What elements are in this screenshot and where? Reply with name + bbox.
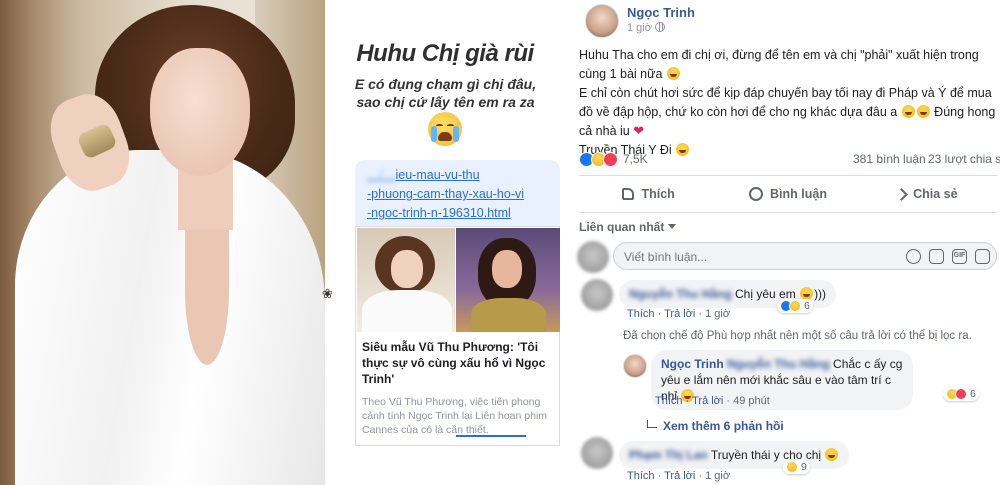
article-link[interactable]: …/…ieu-mau-vu-thu -phuong-cam-thay-xau-h… [367, 166, 557, 223]
comment-time[interactable]: 1 giờ [705, 470, 730, 482]
comment-text-tail: ))) [814, 287, 827, 301]
meme-subtitle: E có đụng chạm gì chị đâu, sao chị cứ lấ… [354, 76, 537, 110]
article-thumbnail-right [456, 228, 560, 332]
crying-emoji-icon [428, 112, 462, 146]
commenter-avatar[interactable] [581, 279, 613, 311]
current-user-avatar [577, 241, 609, 273]
grin-emoji-icon [901, 105, 915, 118]
haha-reaction-icon [786, 461, 798, 473]
share-count[interactable]: 23 lượt chia sẻ [928, 152, 1000, 166]
camera-icon[interactable] [929, 249, 944, 264]
share-icon[interactable]: ❀ [322, 286, 333, 302]
haha-reaction-icon [789, 300, 801, 312]
screenshot-canvas: Huhu Chị già rùi E có đụng chạm gì chị đ… [0, 0, 1000, 485]
reply-author-name[interactable]: Ngọc Trinh [661, 357, 724, 371]
comment-label: Bình luận [770, 187, 827, 201]
comment-meta: Thích · Trả lời · 1 giờ [627, 470, 731, 482]
comment-reactions[interactable]: 9 [783, 460, 810, 474]
comment-time[interactable]: 1 giờ [705, 308, 730, 320]
comment-sort-dropdown[interactable]: Liên quan nhất [579, 220, 677, 234]
divider [579, 175, 997, 176]
author-avatar[interactable] [585, 4, 619, 38]
like-button[interactable]: Thích [579, 178, 718, 210]
reply-arrow-icon [647, 420, 657, 428]
reaction-number: 9 [801, 461, 807, 473]
post-time-text: 1 giờ [627, 22, 652, 34]
comment-input-box[interactable]: GIF [613, 242, 997, 270]
comment-like-link[interactable]: Thích [627, 470, 655, 482]
comment-reply-link[interactable]: Trả lời [664, 470, 695, 482]
reply-meta: Thích · Trả lời · 49 phút [655, 395, 770, 407]
share-label: Chia sẻ [913, 187, 958, 201]
article-description: Theo Vũ Thu Phương, việc tiên phong cảnh… [362, 396, 548, 436]
filter-notice: Đã chọn chế độ Phù hợp nhất nên một số c… [623, 330, 972, 342]
url-line-2: -phuong-cam-thay-xau-ho-vi [367, 187, 525, 201]
url-line-3: -ngoc-trinh-n-196310.html [367, 206, 511, 220]
article-title: Siêu mẫu Vũ Thu Phương: 'Tôi thực sự vô … [362, 340, 546, 386]
reaction-number: 6 [970, 388, 976, 400]
like-label: Thích [641, 187, 675, 201]
meme-title: Huhu Chị già rùi [356, 40, 534, 67]
url-line-1: ieu-mau-vu-thu [395, 168, 480, 182]
comment-count[interactable]: 381 bình luận [853, 152, 926, 166]
post-action-bar: Thích Bình luận Chia sẻ [579, 178, 997, 210]
more-replies-label: Xem thêm 6 phản hồi [663, 419, 784, 433]
commenter-avatar[interactable] [581, 437, 613, 469]
comment-bubble: Phạm Thị Lan Truyền thái y cho chị [619, 441, 850, 469]
comment-meta: Thích · Trả lời · 1 giờ [627, 308, 731, 320]
emoji-picker-icon[interactable] [906, 249, 921, 264]
reaction-count: 7,5K [623, 152, 648, 166]
article-underline [456, 435, 526, 437]
post-paragraph-1: Huhu Tha cho em đi chị ơi, đừng để tên e… [579, 48, 979, 81]
gif-icon[interactable]: GIF [952, 249, 967, 264]
commenter-name[interactable]: Phạm Thị Lan [629, 448, 708, 462]
photo-shirt [15, 150, 325, 485]
reaction-summary[interactable]: 7,5K [579, 151, 648, 167]
reply-reply-link[interactable]: Trả lời [692, 395, 723, 407]
meme-panel: Huhu Chị già rùi E có đụng chạm gì chị đ… [325, 0, 565, 485]
grin-emoji-icon [825, 448, 839, 461]
love-reaction-icon [603, 151, 618, 167]
divider [579, 212, 997, 213]
comment-reply-link[interactable]: Trả lời [664, 308, 695, 320]
sort-label: Liên quan nhất [579, 220, 665, 234]
caret-down-icon [668, 224, 677, 229]
post-body: Huhu Tha cho em đi chị ơi, đừng để tên e… [579, 46, 997, 160]
commenter-name[interactable]: Nguyễn Thu Hằng [629, 287, 732, 301]
love-reaction-icon [955, 388, 967, 400]
reply-reactions[interactable]: 6 [943, 387, 979, 401]
photo-neckline [185, 215, 229, 365]
photo-face [150, 48, 250, 176]
reply-mention[interactable]: Nguyễn Thu Hằng [727, 357, 830, 371]
article-thumbnail-left [357, 228, 455, 332]
comment-reactions[interactable]: 6 [777, 299, 813, 313]
author-name[interactable]: Ngọc Trinh [627, 5, 695, 20]
comment-input-icons: GIF [906, 249, 990, 264]
comment-button[interactable]: Bình luận [718, 178, 857, 210]
reply-time[interactable]: 49 phút [733, 395, 770, 407]
view-more-replies[interactable]: Xem thêm 6 phản hồi [647, 419, 784, 433]
post-timestamp[interactable]: 1 giờ [627, 22, 665, 34]
reaction-number: 6 [804, 300, 810, 312]
url-hidden-part: …/… [367, 168, 396, 182]
facebook-post: Ngọc Trinh 1 giờ Huhu Tha cho em đi chị … [565, 0, 1000, 485]
share-arrow-icon [895, 187, 908, 201]
comment-like-link[interactable]: Thích [627, 308, 655, 320]
comment-icon [749, 187, 764, 201]
sticker-icon[interactable] [975, 249, 990, 264]
heart-icon: ❤ [633, 123, 645, 138]
article-preview-card[interactable]: Siêu mẫu Vũ Thu Phương: 'Tôi thực sự vô … [355, 226, 560, 446]
globe-icon [654, 22, 665, 32]
sad-emoji-icon [676, 143, 690, 156]
comment-input[interactable] [624, 248, 874, 265]
share-button[interactable]: Chia sẻ [858, 178, 997, 210]
reply-author-avatar[interactable] [623, 354, 647, 378]
profile-photo [0, 0, 325, 485]
reply-like-link[interactable]: Thích [655, 395, 683, 407]
grin-emoji-icon [916, 105, 930, 118]
grin-emoji-icon [666, 67, 680, 80]
thumbs-up-icon [622, 188, 635, 200]
